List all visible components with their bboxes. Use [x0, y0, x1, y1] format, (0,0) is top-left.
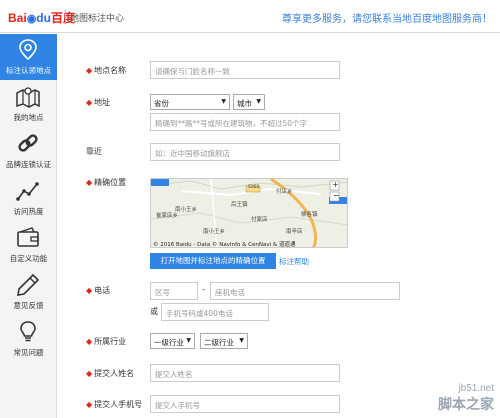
lightbulb-icon: [20, 321, 36, 342]
name-label: ◆ 地点名称: [86, 66, 127, 75]
sidebar-item-label-place[interactable]: 标注认领地点: [0, 34, 57, 80]
nearby-input[interactable]: 如：近中国移动旗舰店: [150, 143, 340, 161]
sidebar-item-label: 常见问题: [13, 348, 44, 357]
submitter-phone-input[interactable]: 提交人手机号: [150, 395, 340, 413]
sidebar-item-feedback[interactable]: 意见反馈: [0, 269, 57, 315]
map-place: 南小王乡: [203, 229, 226, 235]
watermark: jb51.net 脚本之家: [438, 383, 494, 414]
sidebar-item-label: 我的地点: [13, 113, 44, 122]
map-road-badge: S302: [248, 185, 260, 190]
landline-input[interactable]: 座机电话: [210, 282, 400, 300]
map-place: 南辛店: [286, 229, 303, 235]
province-select[interactable]: 省份 ▼: [150, 94, 230, 110]
chain-link-icon: [18, 134, 38, 152]
zoom-out-icon[interactable]: −: [333, 191, 340, 200]
sidebar-item-label: 标注认领地点: [6, 66, 51, 75]
location-pin-icon: [19, 39, 37, 61]
header-message: 尊享更多服务，请您联系当地百度地图服务商！: [282, 14, 492, 25]
wallet-icon: [17, 227, 39, 247]
sidebar: 标注认领地点 我的地点 品牌连锁认证 访问热度 自定义功能 意见反馈 常见问题: [0, 34, 57, 418]
sidebar-item-label: 自定义功能: [9, 254, 48, 263]
place-form: ◆ 地点名称 请确保与门脸名称一致 ◆ 地址 省份 ▼ 城市 ▼ 精确到**路**号或所…: [58, 34, 500, 418]
map-place: 付家店: [251, 217, 268, 223]
industry-level2-select[interactable]: 二级行业 ▼: [200, 333, 248, 349]
header-subtitle: 地图标注中心: [70, 14, 125, 24]
industry-label: ◆ 所属行业: [86, 337, 127, 346]
chevron-down-icon: ▼: [186, 337, 191, 344]
mobile-input[interactable]: 手机号码或400电话: [161, 303, 269, 321]
location-map[interactable]: S302 + − 南小王乡 付店乡 后王镇 崔家店乡 柳各镇 南辛店 南小王乡 …: [150, 178, 348, 248]
sidebar-item-traffic[interactable]: 访问热度: [0, 175, 57, 221]
map-place: 柳各镇: [301, 212, 318, 218]
logo-du: du: [36, 11, 51, 25]
chevron-down-icon: ▼: [256, 98, 261, 105]
address-label: ◆ 地址: [86, 98, 111, 107]
watermark-url: jb51.net: [458, 383, 494, 394]
logo-divider: [65, 10, 66, 24]
map-place: 崔家店乡: [156, 213, 179, 219]
area-code-input[interactable]: 区号: [150, 282, 198, 300]
map-place: 南小王乡: [175, 207, 198, 213]
map-help-link[interactable]: 标注帮助: [279, 256, 309, 267]
location-label: ◆ 精确位置: [86, 178, 127, 187]
open-map-button[interactable]: 打开地图并标注地点的精确位置: [150, 253, 276, 269]
chevron-down-icon: ▼: [239, 337, 244, 344]
sidebar-item-my-places[interactable]: 我的地点: [0, 81, 57, 127]
map-place: 后王镇: [231, 202, 248, 208]
zoom-in-icon[interactable]: +: [332, 180, 339, 189]
sidebar-item-faq[interactable]: 常见问题: [0, 316, 57, 362]
phone-dash: -: [202, 285, 205, 294]
submitter-phone-label: ◆ 提交人手机号: [86, 400, 143, 409]
sidebar-item-label: 访问热度: [13, 207, 44, 216]
or-text: 或: [150, 307, 158, 316]
sidebar-item-label: 意见反馈: [13, 301, 44, 310]
map-place: 付店乡: [276, 189, 293, 195]
paw-icon: ◉: [26, 13, 37, 25]
map-copyright: © 2016 Baidu - Data © NavInfo & CenNavi …: [153, 242, 296, 248]
logo-bai: Bai: [8, 11, 27, 25]
address-detail-input[interactable]: 精确到**路**号或所在建筑物，不超过50个字: [150, 113, 340, 131]
industry-level1-select[interactable]: 一级行业 ▼: [150, 333, 195, 349]
line-chart-icon: [16, 182, 39, 201]
watermark-name: 脚本之家: [438, 397, 494, 413]
phone-label: ◆ 电话: [86, 286, 111, 295]
name-input[interactable]: 请确保与门脸名称一致: [150, 61, 340, 79]
top-header: Bai◉du百度 地图标注中心 尊享更多服务，请您联系当地百度地图服务商！: [0, 0, 500, 33]
sidebar-item-label: 品牌连锁认证: [6, 160, 51, 169]
sidebar-item-brand-chain[interactable]: 品牌连锁认证: [0, 128, 57, 174]
map-icon: [16, 87, 40, 108]
submitter-name-label: ◆ 提交人姓名: [86, 369, 135, 378]
city-select[interactable]: 城市 ▼: [233, 94, 265, 110]
submitter-name-input[interactable]: 提交人姓名: [150, 364, 340, 382]
pencil-icon: [17, 273, 40, 296]
chevron-down-icon: ▼: [221, 98, 226, 105]
sidebar-item-custom[interactable]: 自定义功能: [0, 222, 57, 268]
nearby-label: 靠近: [86, 147, 102, 156]
